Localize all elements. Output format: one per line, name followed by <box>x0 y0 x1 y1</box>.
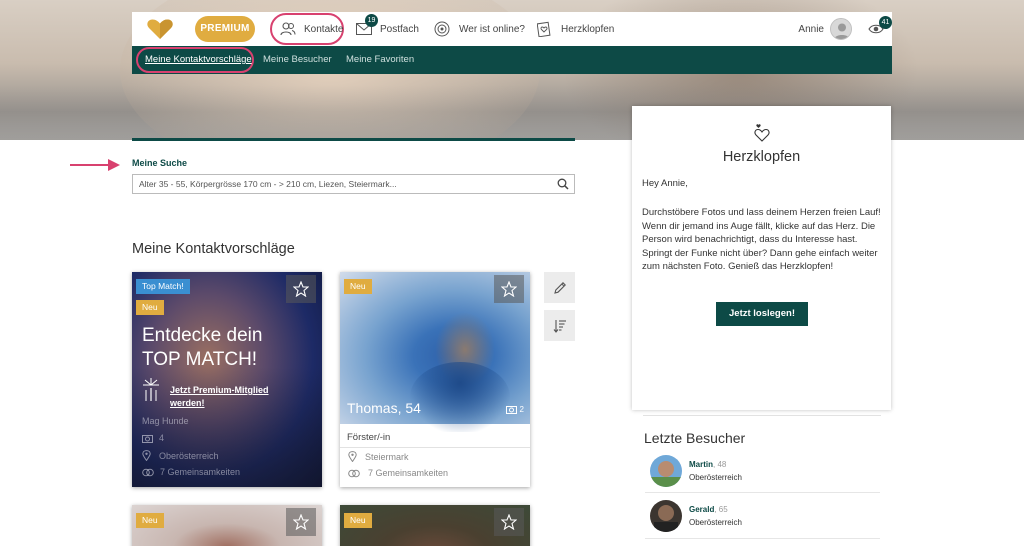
visitors-eye-icon[interactable]: 41 <box>868 16 892 35</box>
nav-postfach-label: Postfach <box>380 23 419 35</box>
contact-name: Thomas, 54 <box>347 400 421 416</box>
heart-logo-icon[interactable] <box>146 18 174 40</box>
location-pin-icon <box>142 450 151 461</box>
nav-online-label: Wer ist online? <box>459 23 525 35</box>
pencil-icon <box>553 281 566 294</box>
common-interests: 7 Gemeinsamkeiten <box>142 467 240 477</box>
common-interests: 7 Gemeinsamkeiten <box>348 468 448 478</box>
contact-card[interactable]: Neu <box>340 505 530 546</box>
star-icon <box>293 514 309 530</box>
panel-greeting: Hey Annie, <box>642 178 688 189</box>
visitor-item[interactable]: Gerald, 65 Oberösterreich <box>650 500 742 532</box>
new-tag: Neu <box>136 300 164 315</box>
favorite-star-button[interactable] <box>286 275 316 303</box>
sub-navigation: Meine Kontaktvorschläge Meine Besucher M… <box>132 46 892 74</box>
postfach-badge: 19 <box>365 14 378 27</box>
visitor-name[interactable]: Gerald <box>689 505 714 514</box>
premium-button[interactable]: PREMIUM <box>195 16 255 42</box>
heart-card-icon <box>537 21 551 37</box>
star-icon <box>501 281 517 297</box>
target-icon <box>434 21 450 37</box>
visitor-region: Oberösterreich <box>689 518 742 527</box>
photo-count: 2 <box>505 405 524 414</box>
section-divider <box>132 138 575 141</box>
subnav-kontaktvorschlaege[interactable]: Meine Kontaktvorschläge <box>145 46 252 74</box>
mail-icon: 19 <box>356 14 378 35</box>
visitor-region: Oberösterreich <box>689 473 742 482</box>
star-icon <box>293 281 309 297</box>
contact-card[interactable]: Neu <box>132 505 322 546</box>
rings-icon <box>142 468 154 476</box>
location-pin-icon <box>348 451 357 462</box>
nav-kontakte[interactable]: Kontakte <box>270 13 344 45</box>
divider <box>645 492 880 493</box>
user-name: Annie <box>798 23 824 35</box>
contact-card[interactable]: Neu Thomas, 54 2 Förster/-in Steiermark … <box>340 272 530 487</box>
top-match-tag: Top Match! <box>136 279 190 294</box>
search-label: Meine Suche <box>132 158 188 168</box>
herzklopfen-panel: Herzklopfen Hey Annie, Durchstöbere Foto… <box>632 106 891 410</box>
search-input[interactable]: Alter 35 - 55, Körpergrösse 170 cm - > 2… <box>132 174 575 194</box>
visitor-age: , 65 <box>714 505 728 514</box>
panel-text: Durchstöbere Fotos und lass deinem Herze… <box>642 207 881 273</box>
user-avatar[interactable] <box>830 18 852 40</box>
divider <box>645 538 880 539</box>
favorite-star-button[interactable] <box>494 508 524 536</box>
visitor-avatar[interactable] <box>650 455 682 487</box>
user-menu[interactable]: Annie <box>798 12 852 46</box>
top-match-card[interactable]: Top Match! Neu Entdecke dein TOP MATCH! … <box>132 272 322 487</box>
fireworks-icon <box>140 376 162 407</box>
hearts-icon <box>753 123 771 148</box>
camera-icon <box>505 406 517 414</box>
visitor-age: , 48 <box>713 460 727 469</box>
section-title: Meine Kontaktvorschläge <box>132 241 295 257</box>
nav-online[interactable]: Wer ist online? <box>434 12 525 46</box>
new-tag: Neu <box>344 279 372 294</box>
search-value: Alter 35 - 55, Körpergrösse 170 cm - > 2… <box>139 179 397 189</box>
top-navigation: PREMIUM Kontakte 19 Postfach Wer ist onl… <box>132 12 892 46</box>
divider <box>643 415 881 416</box>
nav-postfach[interactable]: 19 Postfach <box>356 12 419 46</box>
new-tag: Neu <box>136 513 164 528</box>
visitors-badge: 41 <box>879 16 892 29</box>
premium-link[interactable]: Jetzt Premium-Mitglied werden! <box>170 384 300 410</box>
nav-herzklopfen-label: Herzklopfen <box>561 23 615 35</box>
favorite-star-button[interactable] <box>286 508 316 536</box>
sort-button[interactable] <box>544 310 575 341</box>
nav-kontakte-label: Kontakte <box>304 23 344 35</box>
contact-job: Förster/-in <box>347 432 391 443</box>
location: Steiermark <box>348 451 409 462</box>
visitor-item[interactable]: Martin, 48 Oberösterreich <box>650 455 742 487</box>
camera-icon <box>142 434 153 443</box>
contacts-icon <box>280 22 296 36</box>
sort-icon <box>553 319 566 333</box>
nav-herzklopfen[interactable]: Herzklopfen <box>537 12 614 46</box>
pointer-arrow-icon <box>70 158 122 177</box>
visitor-name[interactable]: Martin <box>689 460 713 469</box>
search-icon[interactable] <box>557 178 569 196</box>
subnav-favoriten[interactable]: Meine Favoriten <box>346 46 414 74</box>
start-button[interactable]: Jetzt loslegen! <box>716 302 808 326</box>
last-visitors-title: Letzte Besucher <box>644 430 746 446</box>
subnav-besucher[interactable]: Meine Besucher <box>263 46 332 74</box>
star-icon <box>501 514 517 530</box>
panel-title: Herzklopfen <box>722 149 801 165</box>
rings-icon <box>348 469 360 477</box>
new-tag: Neu <box>344 513 372 528</box>
favorite-star-button[interactable] <box>494 275 524 303</box>
location: Oberösterreich <box>142 450 219 461</box>
card-name: Mag Hunde <box>142 416 189 426</box>
top-match-headline: Entdecke dein TOP MATCH! <box>142 325 263 370</box>
edit-search-button[interactable] <box>544 272 575 303</box>
visitor-avatar[interactable] <box>650 500 682 532</box>
photo-count: 4 <box>142 433 164 443</box>
